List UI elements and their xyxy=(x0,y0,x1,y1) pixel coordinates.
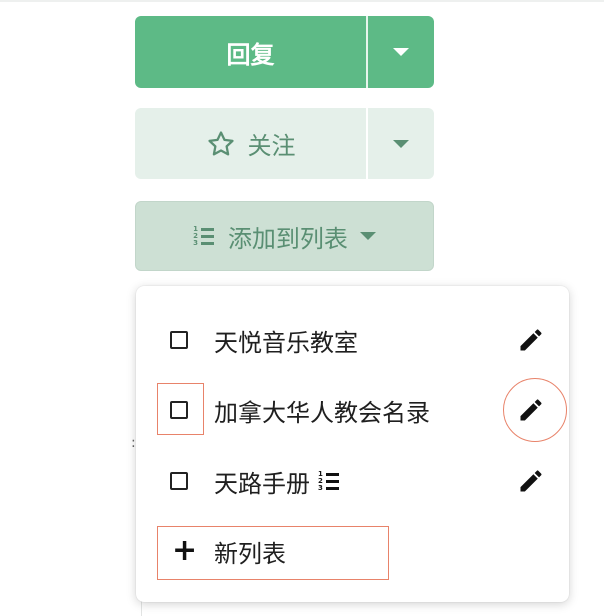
chevron-down-icon xyxy=(393,139,409,148)
highlight-box xyxy=(157,526,389,580)
list-numbered-icon: 1 2 3 xyxy=(318,470,339,492)
follow-button[interactable]: 关注 xyxy=(135,108,366,179)
reply-button[interactable]: 回复 xyxy=(135,16,366,88)
chevron-down-icon xyxy=(393,48,409,56)
list-item-label: 天路手册 xyxy=(214,469,310,498)
add-to-list-dropdown: 天悦音乐教室 加拿大华人教会名录 天路手册 1 2 3 + 新列表 xyxy=(136,286,569,602)
follow-split-button: 关注 xyxy=(135,108,434,179)
follow-label: 关注 xyxy=(247,132,296,160)
background-text-fragment: : xyxy=(131,435,136,451)
reply-options-button[interactable] xyxy=(366,16,434,88)
reply-label: 回复 xyxy=(226,40,275,69)
list-checkbox[interactable] xyxy=(170,331,188,349)
reply-split-button: 回复 xyxy=(135,16,434,88)
pencil-icon[interactable] xyxy=(517,467,545,495)
highlight-box xyxy=(157,383,204,435)
top-divider xyxy=(0,0,604,2)
list-checkbox[interactable] xyxy=(170,472,188,490)
list-numbered-icon: 1 2 3 xyxy=(193,225,214,247)
follow-options-button[interactable] xyxy=(366,108,434,179)
list-item[interactable]: 天路手册 1 2 3 xyxy=(136,458,569,504)
list-item-label: 加拿大华人教会名录 xyxy=(214,398,430,427)
pencil-icon[interactable] xyxy=(517,326,545,354)
add-to-list-button[interactable]: 1 2 3 添加到列表 xyxy=(135,201,434,271)
list-item-label: 天悦音乐教室 xyxy=(214,328,358,357)
star-icon xyxy=(207,130,234,155)
chevron-down-icon xyxy=(359,232,376,240)
add-to-list-label: 添加到列表 xyxy=(227,224,348,253)
highlight-circle xyxy=(503,378,567,442)
list-item[interactable]: 天悦音乐教室 xyxy=(136,317,569,363)
